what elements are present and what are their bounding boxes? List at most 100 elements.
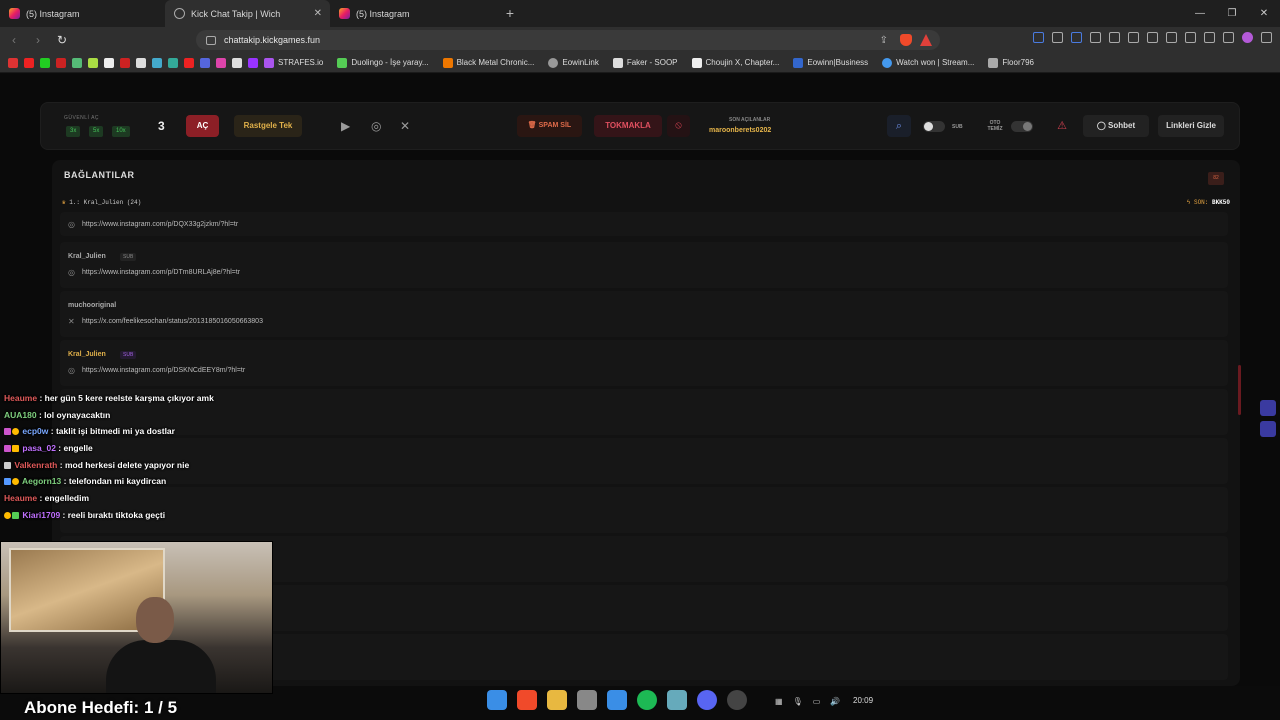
link-url[interactable]: https://www.instagram.com/p/DTm8URLAj8e/… <box>82 269 240 276</box>
close-window-button[interactable]: ✕ <box>1248 0 1280 27</box>
bookmark-icon[interactable] <box>8 57 18 68</box>
ban-icon[interactable]: ⦸ <box>667 115 690 137</box>
scrollbar-thumb[interactable] <box>1238 365 1241 415</box>
puzzle-icon[interactable] <box>1090 32 1101 43</box>
bookmark-icon[interactable] <box>168 57 178 68</box>
bookmark-icon[interactable] <box>120 57 130 68</box>
tokmakla-button[interactable]: TOKMAKLA <box>594 115 662 137</box>
search-icon[interactable]: ⌕ <box>887 115 911 137</box>
warning-icon[interactable]: ⚠ <box>1051 115 1073 137</box>
extensions-area <box>1033 32 1272 43</box>
close-tab-icon[interactable]: ✕ <box>314 8 322 19</box>
bookmark-icon[interactable] <box>56 57 66 68</box>
bookmark-item[interactable]: Floor796 <box>988 57 1034 68</box>
volume-icon[interactable]: 🔊 <box>830 697 840 706</box>
x-icon[interactable]: ✕ <box>400 119 410 133</box>
link-row[interactable]: Kral_Julien SUB ◎ https://www.instagram.… <box>60 340 1228 386</box>
tab-instagram-1[interactable]: (5) Instagram <box>0 0 165 27</box>
spotify-icon[interactable] <box>637 690 657 710</box>
menu-icon[interactable] <box>1261 32 1272 43</box>
sub-toggle[interactable] <box>923 121 945 132</box>
x-icon[interactable] <box>136 57 146 68</box>
minimize-button[interactable]: — <box>1184 0 1216 27</box>
youtube-icon[interactable] <box>184 57 194 68</box>
tool-icon[interactable] <box>577 690 597 710</box>
bookmark-item[interactable]: EowinLink <box>548 57 599 68</box>
kick-icon[interactable] <box>40 57 50 68</box>
windows-start-icon[interactable] <box>487 690 507 710</box>
spam-delete-button[interactable]: 🗑 SPAM SİL <box>517 115 582 137</box>
forward-button[interactable]: › <box>28 33 48 47</box>
sidebar-icon[interactable] <box>1166 32 1177 43</box>
extension-icon[interactable] <box>1033 32 1044 43</box>
instagram-icon[interactable]: ◎ <box>371 119 381 133</box>
back-button[interactable]: ‹ <box>4 33 24 47</box>
link-row[interactable]: ◎ https://www.instagram.com/p/DQX33g2jzk… <box>60 212 1228 236</box>
bookmark-item[interactable]: Watch won | Stream... <box>882 57 974 68</box>
vpn-icon[interactable] <box>1223 32 1234 43</box>
side-extension-icon[interactable] <box>1260 400 1276 416</box>
profile-avatar[interactable] <box>1242 32 1253 43</box>
bookmark-icon[interactable] <box>152 57 162 68</box>
link-url[interactable]: https://x.com/feelikesochan/status/20131… <box>82 318 263 325</box>
chat-button[interactable]: ◯ Sohbet <box>1083 115 1149 137</box>
wallet-icon[interactable] <box>1185 32 1196 43</box>
tab-instagram-2[interactable]: (5) Instagram <box>330 0 495 27</box>
site-info-icon[interactable] <box>206 35 216 45</box>
music-icon[interactable] <box>1128 32 1139 43</box>
reload-button[interactable]: ↻ <box>52 33 72 47</box>
bookmark-icon[interactable] <box>88 57 98 68</box>
tray-icon[interactable]: ▦ <box>775 697 783 706</box>
link-url[interactable]: https://www.instagram.com/p/DSKNCdEEY8m/… <box>82 367 245 374</box>
extension-icon[interactable] <box>1052 32 1063 43</box>
leo-icon[interactable] <box>1204 32 1215 43</box>
multiplier-5x-button[interactable]: 5x <box>89 126 104 137</box>
bookmark-icon[interactable] <box>200 57 210 68</box>
link-url[interactable]: https://www.instagram.com/p/DQX33g2jzkm/… <box>82 221 238 228</box>
url-text: chattakip.kickgames.fun <box>224 35 321 45</box>
brave-rewards-icon[interactable] <box>920 34 932 46</box>
auto-clean-toggle[interactable] <box>1011 121 1033 132</box>
file-explorer-icon[interactable] <box>547 690 567 710</box>
microphone-icon[interactable]: 🎙 <box>793 697 803 706</box>
taskbar-clock[interactable]: 20:09 <box>853 696 873 705</box>
maximize-button[interactable]: ❐ <box>1216 0 1248 27</box>
new-tab-button[interactable]: + <box>495 0 525 27</box>
bookmarks-icon[interactable] <box>1147 32 1158 43</box>
address-bar[interactable]: chattakip.kickgames.fun ⇪ <box>196 30 940 50</box>
link-row[interactable]: muchooriginal ✕ https://x.com/feelikesoc… <box>60 291 1228 337</box>
brave-icon[interactable] <box>517 690 537 710</box>
share-icon[interactable]: ⇪ <box>880 35 888 46</box>
side-extension-icon[interactable] <box>1260 421 1276 437</box>
bookmark-item[interactable]: Eowinn|Business <box>793 57 868 68</box>
instagram-icon[interactable] <box>216 57 226 68</box>
sub-badge: SUB <box>120 351 137 359</box>
extension-icon[interactable] <box>1109 32 1120 43</box>
twitch-icon[interactable] <box>248 57 258 68</box>
bookmark-item[interactable]: Black Metal Chronic... <box>442 57 534 68</box>
last-opened-label: SON AÇILANLAR <box>729 117 771 123</box>
brave-shields-icon[interactable] <box>900 34 912 46</box>
open-button[interactable]: AÇ <box>186 115 219 137</box>
multiplier-3x-button[interactable]: 3x <box>66 126 81 137</box>
youtube-icon[interactable] <box>24 57 34 68</box>
app-icon[interactable] <box>667 690 687 710</box>
network-icon[interactable]: ▭ <box>813 697 821 706</box>
bookmark-item[interactable]: Duolingo - İşe yaray... <box>337 57 429 68</box>
bookmark-icon[interactable] <box>232 57 242 68</box>
youtube-icon[interactable]: ▶ <box>341 119 350 133</box>
bookmark-item[interactable]: STRAFES.io <box>264 57 323 68</box>
bookmark-item[interactable]: Choujin X, Chapter... <box>691 57 779 68</box>
extension-icon[interactable] <box>1071 32 1082 43</box>
bookmark-icon[interactable] <box>72 57 82 68</box>
multiplier-10x-button[interactable]: 10x <box>112 126 130 137</box>
bookmark-item[interactable]: Faker - SOOP <box>612 57 678 68</box>
hide-links-button[interactable]: Linkleri Gizle <box>1158 115 1224 137</box>
tab-kick-chat[interactable]: Kick Chat Takip | Wich ✕ <box>165 0 330 27</box>
tiktok-icon[interactable] <box>104 57 114 68</box>
link-row[interactable]: Kral_Julien SUB ◎ https://www.instagram.… <box>60 242 1228 288</box>
photos-icon[interactable] <box>607 690 627 710</box>
obs-icon[interactable] <box>727 690 747 710</box>
discord-icon[interactable] <box>697 690 717 710</box>
random-single-button[interactable]: Rastgele Tek <box>234 115 302 137</box>
